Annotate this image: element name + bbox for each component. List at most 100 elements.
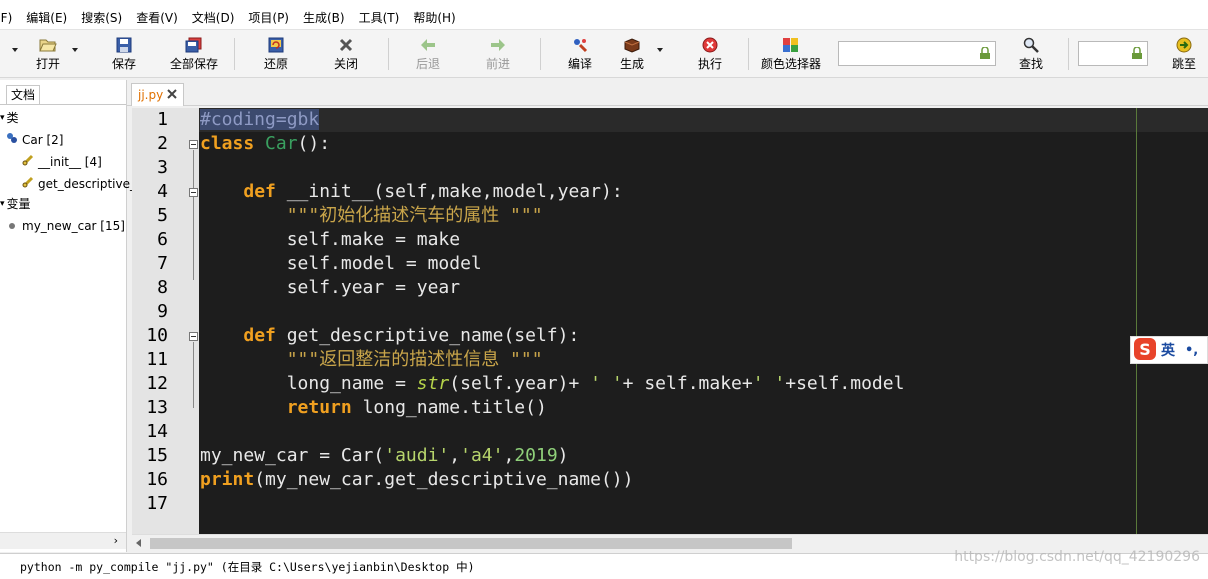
color-palette-icon xyxy=(782,36,800,54)
find-button[interactable]: 查找 xyxy=(1017,34,1045,74)
tree-item-init[interactable]: __init__ [4] xyxy=(22,152,102,172)
tree-item-get-descriptive[interactable]: get_descriptive_ xyxy=(22,174,136,194)
code-line-10: def get_descriptive_name(self): xyxy=(243,325,580,346)
scroll-right-icon[interactable]: › xyxy=(114,534,118,547)
method-icon xyxy=(22,174,34,194)
open-button[interactable]: 打开 xyxy=(34,34,62,74)
forward-arrow-icon xyxy=(489,36,507,54)
ime-punctuation[interactable]: •, xyxy=(1185,343,1198,358)
fold-line xyxy=(193,150,194,280)
line-number: 1 xyxy=(157,109,168,130)
code-line-12: long_name = str(self.year)+ ' '+ self.ma… xyxy=(200,373,905,394)
build-icon xyxy=(623,36,641,54)
fold-toggle[interactable] xyxy=(189,188,198,197)
fold-line xyxy=(193,342,194,408)
forward-button[interactable]: 前进 xyxy=(484,34,512,74)
code-line-13: return long_name.title() xyxy=(286,397,547,418)
menu-document[interactable]: 文档(D) xyxy=(185,7,242,29)
revert-icon xyxy=(267,36,285,54)
code-line-8: self.year = year xyxy=(200,277,461,298)
expand-arrow-icon: ▾ xyxy=(0,199,5,209)
line-number: 5 xyxy=(157,205,168,226)
save-icon xyxy=(115,36,133,54)
close-tab-icon[interactable] xyxy=(167,88,177,102)
code-line-4: def __init__(self,make,model,year): xyxy=(243,181,623,202)
menu-search[interactable]: 搜索(S) xyxy=(74,7,129,29)
method-icon xyxy=(22,152,34,172)
long-line-marker xyxy=(1136,108,1137,534)
scroll-thumb[interactable] xyxy=(150,538,792,549)
tab-jj-py[interactable]: jj.py xyxy=(131,83,185,106)
code-line-15: my_new_car = Car('audi','a4',2019) xyxy=(200,445,569,466)
save-all-button[interactable]: 全部保存 xyxy=(168,34,220,74)
line-number: 10 xyxy=(146,325,168,346)
back-button[interactable]: 后退 xyxy=(414,34,442,74)
menu-project[interactable]: 项目(P) xyxy=(241,7,296,29)
toolbar-separator xyxy=(388,38,389,70)
menu-file[interactable]: (F) xyxy=(0,7,19,29)
new-dropdown-arrow[interactable] xyxy=(12,48,18,52)
clear-search-icon[interactable] xyxy=(979,46,991,60)
line-number: 2 xyxy=(157,133,168,154)
code-line-16: print(my_new_car.get_descriptive_name()) xyxy=(200,469,634,490)
execute-button[interactable]: 执行 xyxy=(696,34,724,74)
tree-section-variables[interactable]: ▾ 变量 xyxy=(0,194,31,214)
execute-icon xyxy=(701,36,719,54)
status-message: python -m py_compile "jj.py" (在目录 C:\Use… xyxy=(20,560,475,574)
build-label: 生成 xyxy=(619,57,644,71)
build-button[interactable]: 生成 xyxy=(618,34,646,74)
save-all-label: 全部保存 xyxy=(169,57,218,71)
line-number: 16 xyxy=(146,469,168,490)
menu-tools[interactable]: 工具(T) xyxy=(352,7,407,29)
execute-label: 执行 xyxy=(697,57,722,71)
tab-documents[interactable]: 文档 xyxy=(6,85,40,105)
revert-button[interactable]: 还原 xyxy=(262,34,290,74)
section-label: 类 xyxy=(6,111,19,125)
build-dropdown-arrow[interactable] xyxy=(657,48,663,52)
menu-edit[interactable]: 编辑(E) xyxy=(19,7,74,29)
menu-build[interactable]: 生成(B) xyxy=(296,7,352,29)
tree-item-label: my_new_car [15] xyxy=(22,219,125,233)
line-number: 14 xyxy=(146,421,168,442)
fold-toggle[interactable] xyxy=(189,332,198,341)
goto-line-input[interactable] xyxy=(1078,41,1148,66)
line-number: 12 xyxy=(146,373,168,394)
back-label: 后退 xyxy=(415,57,440,71)
menu-view[interactable]: 查看(V) xyxy=(129,7,185,29)
tab-label: jj.py xyxy=(138,88,164,102)
line-number: 4 xyxy=(157,181,168,202)
tree-item-my-new-car[interactable]: my_new_car [15] xyxy=(8,216,125,236)
fold-toggle[interactable] xyxy=(189,140,198,149)
toolbar: 打开 保存 全部保存 还原 关闭 后退 前进 编译 生成 执行 颜色选择器 查找… xyxy=(0,30,1208,78)
code-line-6: self.make = make xyxy=(200,229,461,250)
menu-help[interactable]: 帮助(H) xyxy=(406,7,462,29)
ime-language-label[interactable]: 英 xyxy=(1161,340,1175,360)
goto-button[interactable]: 跳至 xyxy=(1170,34,1198,74)
compile-label: 编译 xyxy=(567,57,592,71)
clear-goto-icon[interactable] xyxy=(1131,46,1143,60)
tree-section-classes[interactable]: ▾ 类 xyxy=(0,108,19,128)
save-label: 保存 xyxy=(111,57,136,71)
expand-arrow-icon: ▾ xyxy=(0,113,5,123)
code-editor[interactable]: 1 2 3 4 5 6 7 8 9 10 11 12 13 14 15 16 17 #coding=gbk cl… xyxy=(132,108,1208,534)
variable-icon xyxy=(8,216,16,236)
tree-item-car[interactable]: Car [2] xyxy=(6,130,63,150)
line-number: 6 xyxy=(157,229,168,250)
ime-toolbar[interactable]: S 英 •, xyxy=(1130,336,1208,364)
open-dropdown-arrow[interactable] xyxy=(72,48,78,52)
color-picker-button[interactable]: 颜色选择器 xyxy=(760,34,822,74)
line-number: 11 xyxy=(146,349,168,370)
svg-text:S: S xyxy=(1139,340,1151,359)
save-button[interactable]: 保存 xyxy=(110,34,138,74)
toolbar-separator xyxy=(1068,38,1069,70)
search-input[interactable] xyxy=(838,41,996,66)
sidebar-scrollbar[interactable]: › xyxy=(0,532,126,549)
toolbar-separator xyxy=(540,38,541,70)
close-button[interactable]: 关闭 xyxy=(332,34,360,74)
revert-label: 还原 xyxy=(263,57,288,71)
magnifier-icon xyxy=(1022,36,1040,54)
goto-label: 跳至 xyxy=(1171,57,1196,71)
compile-button[interactable]: 编译 xyxy=(566,34,594,74)
find-label: 查找 xyxy=(1018,57,1043,71)
scroll-left-icon[interactable] xyxy=(136,539,141,547)
